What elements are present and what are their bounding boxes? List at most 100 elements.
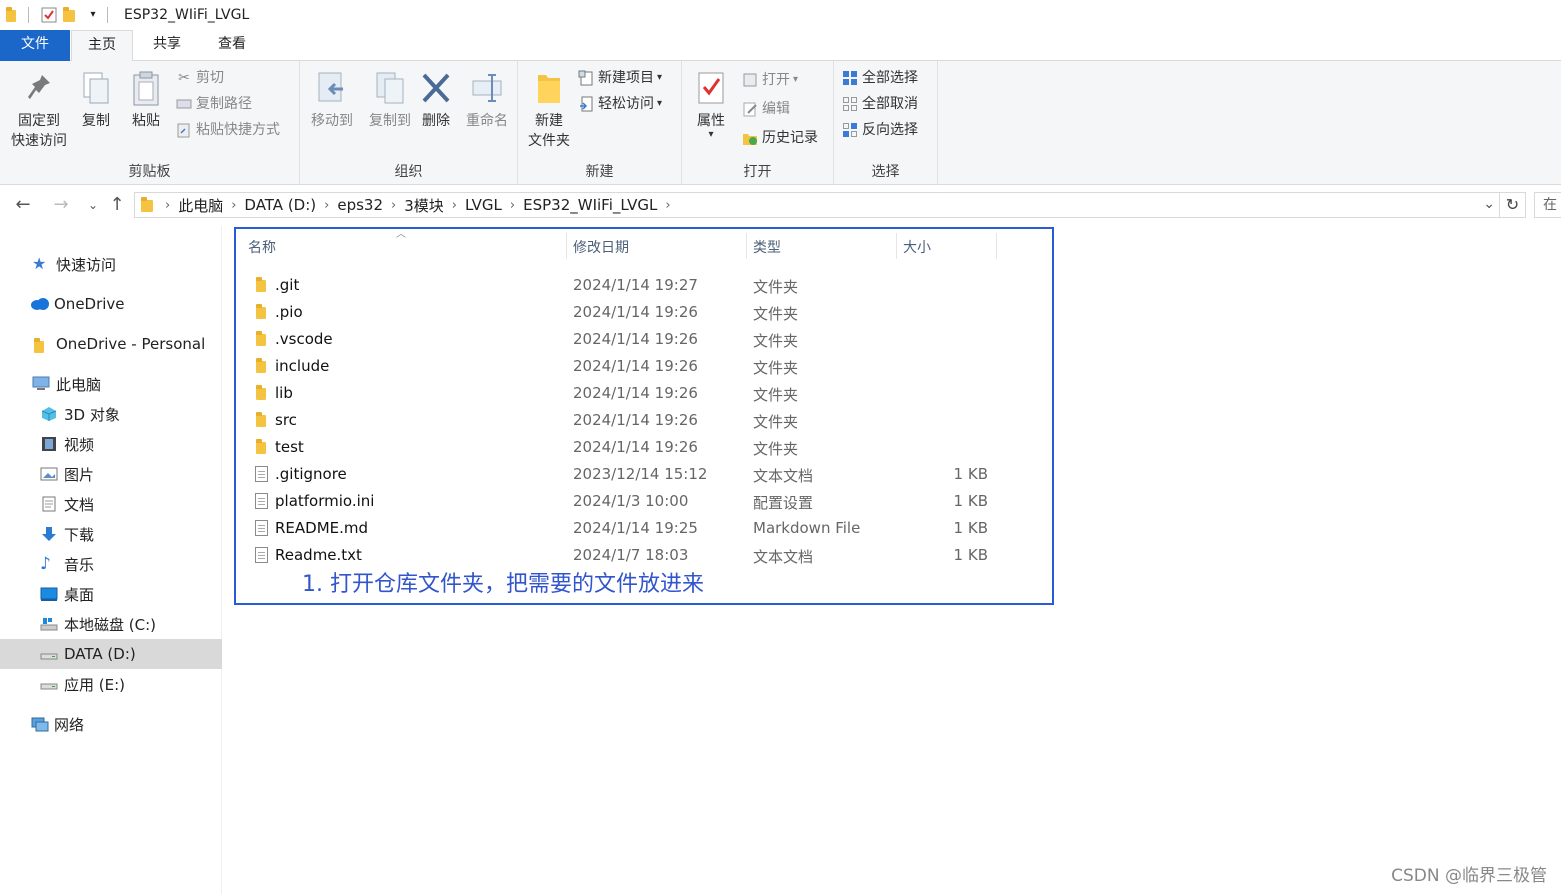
easy-access-label: 轻松访问 bbox=[598, 96, 654, 112]
tab-view[interactable]: 查看 bbox=[200, 30, 264, 61]
column-header-name[interactable]: 名称 bbox=[248, 237, 276, 257]
nav-drive-c[interactable]: 本地磁盘 (C:) bbox=[0, 609, 222, 639]
recent-locations-chevron-icon[interactable]: ⌄ bbox=[82, 192, 104, 218]
history-button[interactable]: 历史记录 bbox=[742, 127, 818, 149]
chevron-right-icon[interactable]: › bbox=[663, 198, 672, 213]
paste-label: 粘贴 bbox=[132, 113, 160, 129]
breadcrumb-data-d[interactable]: DATA (D:) bbox=[238, 196, 322, 214]
open-button[interactable]: 打开 ▾ bbox=[742, 69, 798, 91]
select-none-button[interactable]: 全部取消 bbox=[842, 93, 918, 115]
nav-onedrive-personal[interactable]: OneDrive - Personal bbox=[0, 329, 222, 359]
copy-to-button[interactable]: 复制到 bbox=[362, 69, 418, 131]
forward-arrow-icon[interactable]: → bbox=[50, 192, 72, 218]
tab-share[interactable]: 共享 bbox=[134, 30, 200, 61]
copy-to-label: 复制到 bbox=[369, 113, 411, 129]
copy-button[interactable]: 复制 bbox=[76, 69, 116, 131]
table-row[interactable]: include 2024/1/14 19:26 文件夹 bbox=[248, 353, 1038, 380]
paste-button[interactable]: 粘贴 bbox=[126, 69, 166, 131]
paste-shortcut-button[interactable]: 粘贴快捷方式 bbox=[176, 119, 280, 141]
column-header-type[interactable]: 类型 bbox=[753, 237, 781, 257]
edit-pencil-icon bbox=[742, 101, 758, 117]
back-arrow-icon[interactable]: ← bbox=[12, 192, 34, 218]
new-folder-button[interactable]: 新建 文件夹 bbox=[522, 69, 576, 151]
table-row[interactable]: .pio 2024/1/14 19:26 文件夹 bbox=[248, 299, 1038, 326]
file-type: 文件夹 bbox=[753, 386, 799, 404]
file-size: 1 KB bbox=[953, 492, 988, 510]
nav-quick-access[interactable]: ★ 快速访问 bbox=[0, 249, 222, 279]
file-name: platformio.ini bbox=[275, 492, 375, 510]
nav-network[interactable]: 网络 bbox=[0, 709, 222, 739]
nav-videos[interactable]: 视频 bbox=[0, 429, 222, 459]
table-row[interactable]: .git 2024/1/14 19:27 文件夹 bbox=[248, 272, 1038, 299]
easy-access-button[interactable]: 轻松访问 ▾ bbox=[578, 93, 662, 115]
refresh-icon[interactable]: ↻ bbox=[1500, 192, 1526, 218]
file-date: 2024/1/14 19:26 bbox=[573, 330, 698, 348]
tab-file[interactable]: 文件 bbox=[0, 30, 70, 61]
table-row[interactable]: README.md 2024/1/14 19:25 Markdown File 1 K… bbox=[248, 515, 1038, 542]
nav-downloads[interactable]: 下载 bbox=[0, 519, 222, 549]
move-to-label: 移动到 bbox=[311, 113, 353, 129]
nav-drive-e[interactable]: 应用 (E:) bbox=[0, 669, 222, 699]
chevron-down-icon[interactable]: ⌄ bbox=[1483, 196, 1495, 212]
move-to-button[interactable]: 移动到 bbox=[304, 69, 360, 131]
breadcrumb-eps32[interactable]: eps32 bbox=[331, 196, 389, 214]
nav-documents[interactable]: 文档 bbox=[0, 489, 222, 519]
column-divider[interactable] bbox=[996, 233, 997, 259]
delete-button[interactable]: 删除 bbox=[418, 69, 454, 131]
cut-button[interactable]: ✂ 剪切 bbox=[176, 67, 224, 89]
breadcrumb-current-folder[interactable]: ESP32_WIiFi_LVGL bbox=[517, 196, 663, 214]
chevron-right-icon[interactable]: › bbox=[508, 198, 517, 213]
drive-icon bbox=[40, 676, 58, 692]
column-divider[interactable] bbox=[746, 233, 747, 259]
nav-desktop[interactable]: 桌面 bbox=[0, 579, 222, 609]
nav-pictures[interactable]: 图片 bbox=[0, 459, 222, 489]
breadcrumb-lvgl[interactable]: LVGL bbox=[459, 196, 508, 214]
select-none-icon bbox=[842, 96, 858, 112]
rename-button[interactable]: 重命名 bbox=[460, 69, 514, 131]
select-none-label: 全部取消 bbox=[862, 96, 918, 112]
nav-3d-objects[interactable]: 3D 对象 bbox=[0, 399, 222, 429]
tab-home[interactable]: 主页 bbox=[71, 30, 133, 62]
table-row[interactable]: lib 2024/1/14 19:26 文件夹 bbox=[248, 380, 1038, 407]
chevron-right-icon[interactable]: › bbox=[322, 198, 331, 213]
copy-path-button[interactable]: 复制路径 bbox=[176, 93, 252, 115]
file-size: 1 KB bbox=[953, 465, 988, 483]
edit-button[interactable]: 编辑 bbox=[742, 98, 790, 120]
table-row[interactable]: src 2024/1/14 19:26 文件夹 bbox=[248, 407, 1038, 434]
properties-button[interactable]: 属性 ▾ bbox=[690, 69, 732, 140]
select-all-button[interactable]: 全部选择 bbox=[842, 67, 918, 89]
address-bar[interactable]: › 此电脑 › DATA (D:) › eps32 › 3模块 › LVGL ›… bbox=[134, 192, 1500, 218]
search-input[interactable]: 在 bbox=[1534, 192, 1561, 218]
music-icon: ♪ bbox=[40, 554, 51, 574]
invert-selection-button[interactable]: 反向选择 bbox=[842, 119, 918, 141]
nav-music[interactable]: ♪ 音乐 bbox=[0, 549, 222, 579]
open-file-icon bbox=[742, 72, 758, 88]
table-row[interactable]: platformio.ini 2024/1/3 10:00 配置设置 1 KB bbox=[248, 488, 1038, 515]
nav-this-pc[interactable]: 此电脑 bbox=[0, 369, 222, 399]
nav-label: 应用 (E:) bbox=[64, 675, 126, 694]
nav-onedrive[interactable]: OneDrive bbox=[0, 289, 222, 319]
column-header-date[interactable]: 修改日期 bbox=[573, 237, 629, 257]
table-row[interactable]: .vscode 2024/1/14 19:26 文件夹 bbox=[248, 326, 1038, 353]
breadcrumb-this-pc[interactable]: 此电脑 bbox=[172, 195, 229, 216]
column-divider[interactable] bbox=[896, 233, 897, 259]
up-arrow-icon[interactable]: ↑ bbox=[106, 192, 128, 218]
table-row[interactable]: Readme.txt 2024/1/7 18:03 文本文档 1 KB bbox=[248, 542, 1038, 569]
nav-drive-d[interactable]: DATA (D:) bbox=[0, 639, 222, 669]
properties-check-icon[interactable] bbox=[41, 7, 57, 23]
chevron-down-icon[interactable]: ▾ bbox=[85, 7, 101, 23]
chevron-right-icon[interactable]: › bbox=[229, 198, 238, 213]
folder-icon bbox=[254, 439, 270, 454]
chevron-right-icon[interactable]: › bbox=[163, 198, 172, 213]
pin-to-quick-access-button[interactable]: 固定到 快速访问 bbox=[6, 69, 72, 151]
pin-icon bbox=[22, 69, 56, 107]
new-folder-quick-icon[interactable] bbox=[63, 7, 79, 23]
column-header-size[interactable]: 大小 bbox=[903, 237, 931, 257]
column-divider[interactable] bbox=[566, 233, 567, 259]
table-row[interactable]: test 2024/1/14 19:26 文件夹 bbox=[248, 434, 1038, 461]
new-item-button[interactable]: 新建项目 ▾ bbox=[578, 67, 662, 89]
table-row[interactable]: .gitignore 2023/12/14 15:12 文本文档 1 KB bbox=[248, 461, 1038, 488]
chevron-right-icon[interactable]: › bbox=[450, 198, 459, 213]
breadcrumb-modules[interactable]: 3模块 bbox=[398, 195, 450, 216]
chevron-right-icon[interactable]: › bbox=[389, 198, 398, 213]
